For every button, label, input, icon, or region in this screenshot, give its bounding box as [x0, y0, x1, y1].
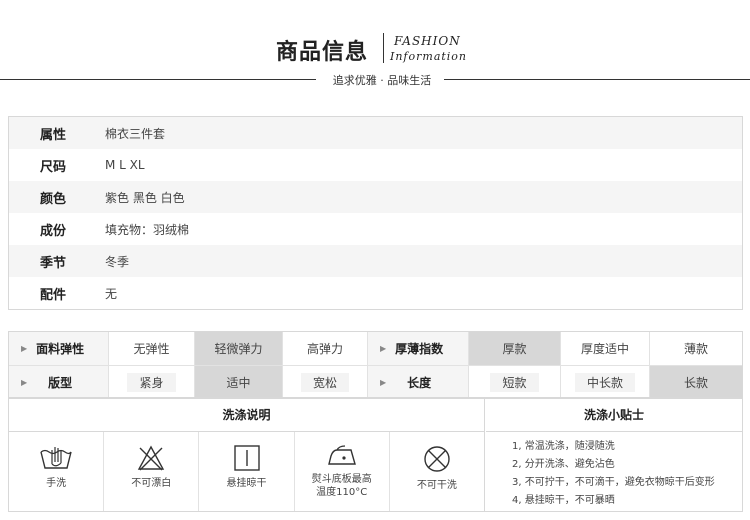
- length-option: 中长款: [561, 366, 650, 398]
- attribute-key: 配件: [40, 287, 67, 303]
- attribute-row: 成份 填充物：羽绒棉: [9, 213, 742, 245]
- length-option-selected: 长款: [650, 366, 742, 398]
- attribute-key: 季节: [40, 255, 67, 271]
- attribute-key: 颜色: [40, 191, 67, 207]
- wash-item: 熨斗底板最高 温度110°C: [295, 432, 390, 511]
- elasticity-option: 无弹性: [109, 332, 195, 365]
- thickness-option: 薄款: [683, 342, 708, 356]
- section-header: 商品信息 FASHION Information 追求优雅 · 品味生活: [0, 0, 750, 100]
- wash-section: 洗涤说明 手洗 不可漂白 悬挂晾干 熨斗底板最高 温度110°C 不可干洗 洗涤…: [8, 397, 743, 512]
- wash-item-label: 熨斗底板最高 温度110°C: [311, 474, 372, 498]
- feature-row: ▶ 版型 紧身 适中 宽松 ▶ 长度 短款 中长款 长款: [9, 365, 742, 398]
- attribute-row: 颜色 紫色 黑色 白色: [9, 181, 742, 213]
- wash-title: 洗涤说明: [9, 398, 484, 432]
- fit-option-selected: 适中: [195, 366, 283, 398]
- length-label: ▶ 长度: [368, 366, 469, 398]
- attribute-row: 属性 棉衣三件套: [9, 117, 742, 149]
- attribute-table: 属性 棉衣三件套 尺码 M L XL 颜色 紫色 黑色 白色 成份 填充物：羽绒…: [8, 116, 743, 310]
- fit-label: ▶ 版型: [9, 366, 109, 398]
- attribute-key: 属性: [40, 127, 67, 143]
- attribute-key: 尺码: [40, 159, 67, 175]
- attribute-row: 尺码 M L XL: [9, 149, 742, 181]
- thickness-option-selected: 厚款: [469, 332, 561, 365]
- triangle-right-icon: ▶: [21, 344, 28, 353]
- wash-item: 不可干洗: [390, 432, 484, 511]
- fit-option: 宽松: [283, 366, 368, 398]
- tip-item: 1, 常温洗涤，随浸随洗: [512, 441, 615, 452]
- tips-title: 洗涤小贴士: [486, 398, 742, 432]
- fashion-text: FASHION: [394, 34, 461, 48]
- tip-item: 3, 不可拧干，不可滴干，避免衣物晾干后变形: [512, 477, 715, 488]
- iron-icon: [327, 445, 356, 465]
- header-rule-right: [444, 79, 750, 80]
- elasticity-label: ▶ 面料弹性: [9, 332, 109, 365]
- length-option: 短款: [469, 366, 561, 398]
- triangle-right-icon: ▶: [380, 344, 387, 353]
- elasticity-option-selected: 轻微弹力: [195, 332, 283, 365]
- wash-instructions: 洗涤说明 手洗 不可漂白 悬挂晾干 熨斗底板最高 温度110°C 不可干洗: [9, 398, 485, 511]
- thickness-label: ▶ 厚薄指数: [368, 332, 469, 365]
- attribute-row: 配件 无: [9, 277, 742, 309]
- triangle-right-icon: ▶: [21, 377, 28, 387]
- wash-icons: 手洗 不可漂白 悬挂晾干 熨斗底板最高 温度110°C 不可干洗: [9, 432, 484, 511]
- hang-dry-icon: [233, 445, 260, 471]
- tips-list: 1, 常温洗涤，随浸随洗 2, 分开洗涤、避免沾色 3, 不可拧干，不可滴干，避…: [486, 432, 742, 510]
- attribute-row: 季节 冬季: [9, 245, 742, 277]
- section-subtitle: 追求优雅 · 品味生活: [332, 74, 432, 87]
- header-rule-left: [0, 79, 316, 80]
- attribute-value: 紫色 黑色 白色: [105, 190, 185, 205]
- feature-grid: ▶ 面料弹性 无弹性 轻微弹力 高弹力 ▶ 厚薄指数 厚款 厚度适中 薄款 ▶ …: [8, 331, 743, 399]
- wash-item-label: 悬挂晾干: [226, 478, 267, 489]
- no-bleach-icon: [138, 445, 165, 471]
- triangle-right-icon: ▶: [380, 377, 387, 387]
- thickness-option: 厚度适中: [561, 332, 650, 365]
- wash-item: 手洗: [9, 432, 105, 511]
- attribute-value: 冬季: [105, 254, 130, 269]
- title-divider: [383, 33, 384, 63]
- wash-item-label: 不可干洗: [416, 480, 457, 491]
- wash-item-label: 不可漂白: [131, 478, 172, 489]
- information-text: Information: [390, 50, 468, 63]
- wash-tips: 洗涤小贴士 1, 常温洗涤，随浸随洗 2, 分开洗涤、避免沾色 3, 不可拧干，…: [486, 398, 742, 511]
- attribute-key: 成份: [40, 223, 67, 239]
- no-tumble-dry-icon: [424, 446, 450, 472]
- fit-option: 紧身: [109, 366, 195, 398]
- elasticity-option: 高弹力: [283, 332, 368, 365]
- tip-item: 2, 分开洗涤、避免沾色: [512, 459, 615, 470]
- wash-item: 悬挂晾干: [199, 432, 295, 511]
- feature-row: ▶ 面料弹性 无弹性 轻微弹力 高弹力 ▶ 厚薄指数 厚款 厚度适中 薄款: [9, 332, 742, 365]
- tip-item: 4, 悬挂晾干，不可暴晒: [512, 495, 615, 506]
- attribute-value: 无: [105, 286, 118, 301]
- attribute-value: 棉衣三件套: [105, 126, 166, 141]
- wash-item: 不可漂白: [104, 432, 200, 511]
- hand-wash-icon: [40, 447, 72, 469]
- wash-item-label: 手洗: [46, 478, 67, 489]
- attribute-value: M L XL: [105, 158, 145, 172]
- attribute-value: 填充物：羽绒棉: [105, 222, 190, 237]
- section-title: 商品信息: [276, 40, 369, 65]
